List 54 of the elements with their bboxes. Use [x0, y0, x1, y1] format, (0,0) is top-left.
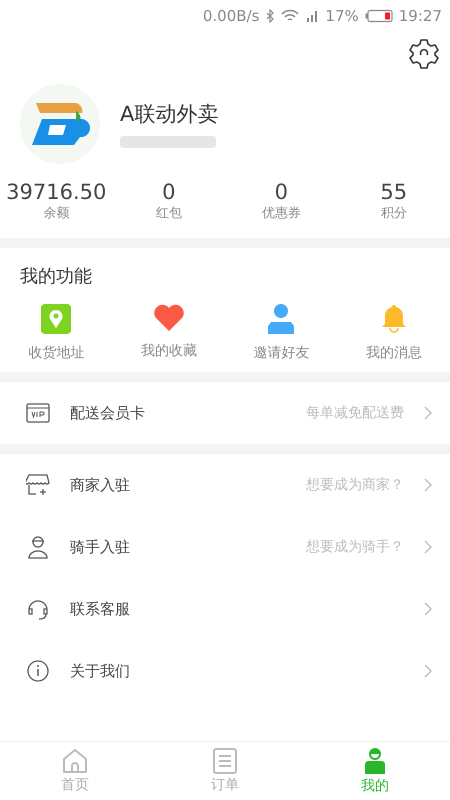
chevron-icon: [424, 406, 432, 420]
chevron-icon: [424, 540, 432, 554]
function-item[interactable]: 我的消息: [338, 304, 450, 362]
person-icon: [362, 747, 388, 775]
chevron-icon: [424, 478, 432, 492]
rider-icon: [26, 535, 50, 559]
bluetooth-icon: [265, 9, 276, 23]
menu-row[interactable]: 关于我们: [0, 640, 450, 702]
function-item[interactable]: 收货地址: [0, 304, 112, 362]
network-speed: 0.00B/s: [202, 7, 260, 25]
stat-value: 55: [380, 180, 408, 204]
menu-row[interactable]: 商家入驻 想要成为商家？: [0, 454, 450, 516]
tab[interactable]: 首页: [0, 742, 150, 800]
section-title: 我的功能: [20, 265, 92, 288]
document-icon: [213, 748, 237, 774]
clock: 19:27: [398, 7, 442, 25]
battery-icon: [364, 9, 393, 23]
home-icon: [62, 748, 88, 774]
menu-label: 关于我们: [70, 662, 131, 680]
stat-label: 优惠券: [262, 205, 301, 222]
stat-value: 39716.50: [6, 180, 106, 204]
map-pin-icon: [41, 304, 72, 334]
stat-label: 余额: [43, 205, 70, 222]
menu-row[interactable]: 配送会员卡 每单减免配送费: [0, 382, 450, 444]
menu-row[interactable]: 骑手入驻 想要成为骑手？: [0, 516, 450, 578]
tab[interactable]: 我的: [300, 742, 450, 800]
menu-hint: 想要成为商家？: [306, 476, 404, 494]
stat-label: 积分: [380, 205, 407, 222]
function-item[interactable]: 我的收藏: [112, 304, 225, 362]
storefront-icon: [26, 474, 50, 496]
battery-percent: 17%: [325, 7, 359, 25]
user-name: A联动外卖: [120, 101, 218, 128]
signal-icon: [305, 9, 320, 23]
menu-label: 商家入驻: [70, 476, 131, 494]
stat-value: 0: [162, 180, 176, 204]
heart-icon: [152, 304, 185, 332]
person-icon: [267, 304, 296, 334]
stat-label: 红包: [156, 205, 182, 222]
settings-icon[interactable]: [408, 37, 440, 69]
menu-hint: 想要成为骑手？: [306, 538, 404, 556]
menu-label: 联系客服: [70, 600, 131, 618]
info-icon: [26, 659, 50, 683]
menu-label: 配送会员卡: [70, 404, 146, 422]
wifi-icon: [281, 9, 300, 23]
function-item[interactable]: 邀请好友: [225, 304, 338, 362]
menu-hint: 每单减免配送费: [306, 404, 404, 422]
vip-card-icon: [26, 403, 50, 423]
tab[interactable]: 订单: [150, 742, 300, 800]
chevron-icon: [424, 602, 432, 616]
menu-label: 骑手入驻: [70, 538, 131, 556]
bell-icon: [380, 304, 408, 334]
chevron-icon: [424, 664, 432, 678]
stat-value: 0: [274, 180, 288, 204]
menu-row[interactable]: 联系客服: [0, 578, 450, 640]
